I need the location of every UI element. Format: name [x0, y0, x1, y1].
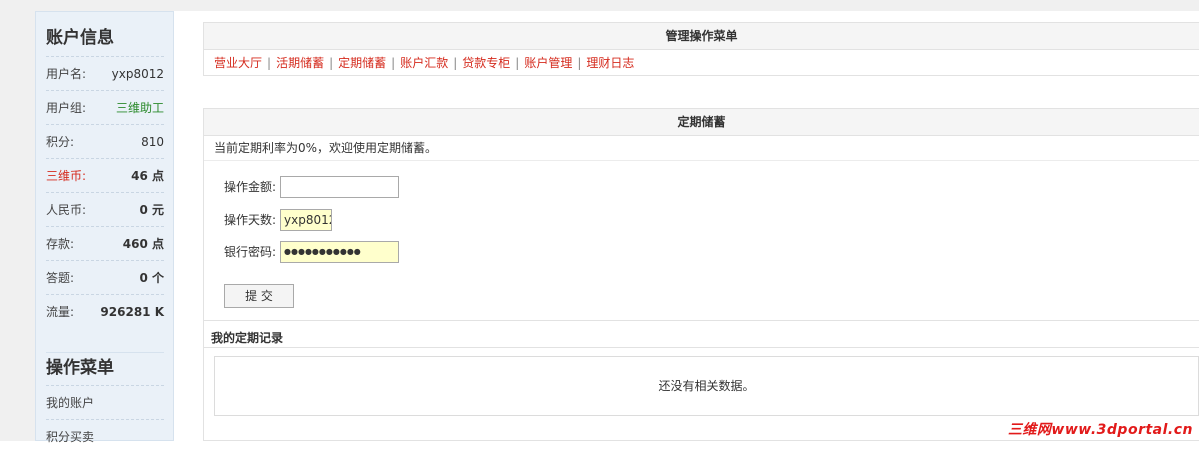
top-strip: [0, 0, 1199, 11]
coins-value: 46 点: [131, 169, 164, 183]
days-label: 操作天数:: [224, 213, 277, 227]
manage-menu-links: 营业大厅 | 活期储蓄 | 定期储蓄 | 账户汇款 | 贷款专柜 | 账户管理 | 理财日志: [204, 50, 1199, 76]
points-value: 810: [141, 135, 164, 149]
amount-row: 操作金额:: [224, 175, 399, 199]
sidebar-row-coins: 三维币: 46 点: [46, 158, 164, 193]
deposit-label: 存款:: [46, 237, 75, 251]
account-info-heading: 账户信息: [46, 28, 114, 48]
sidebar-row-rmb: 人民币: 0 元: [46, 192, 164, 227]
menu-link-fixed-savings[interactable]: 定期储蓄: [338, 56, 386, 70]
records-empty-message: 还没有相关数据。: [658, 379, 755, 393]
sidebar-item-my-account[interactable]: 我的账户: [46, 385, 164, 420]
menu-separator: |: [577, 56, 582, 70]
traffic-label: 流量:: [46, 305, 75, 319]
menu-link-current-savings[interactable]: 活期储蓄: [276, 56, 324, 70]
sidebar-row-deposit: 存款: 460 点: [46, 226, 164, 261]
rmb-label: 人民币:: [46, 203, 87, 217]
manage-menu-panel: 管理操作菜单 营业大厅 | 活期储蓄 | 定期储蓄 | 账户汇款 | 贷款专柜 | 账户管理 | 理财日…: [203, 22, 1199, 76]
left-gutter: [0, 11, 35, 441]
records-title-divider: [203, 347, 1199, 348]
amount-label: 操作金额:: [224, 180, 277, 194]
sidebar-item-points-trade[interactable]: 积分买卖: [46, 419, 164, 454]
menu-separator: |: [391, 56, 396, 70]
usergroup-value[interactable]: 三维助工: [116, 91, 164, 125]
days-input[interactable]: yxp8012: [280, 209, 332, 231]
menu-link-account-management[interactable]: 账户管理: [524, 56, 572, 70]
sidebar-row-username: 用户名: yxp8012: [46, 56, 164, 91]
password-input[interactable]: ●●●●●●●●●●●: [280, 241, 399, 263]
interest-info: 当前定期利率为0%，欢迎使用定期储蓄。: [204, 136, 1199, 161]
answers-label: 答题:: [46, 271, 75, 285]
site-watermark: 三维网www.3dportal.cn: [1007, 422, 1193, 438]
menu-separator: |: [329, 56, 334, 70]
sidebar-row-points: 积分: 810: [46, 124, 164, 159]
points-label: 积分:: [46, 135, 75, 149]
menu-link-finance-log[interactable]: 理财日志: [586, 56, 634, 70]
usergroup-label: 用户组:: [46, 101, 87, 115]
menu-separator: |: [515, 56, 520, 70]
deposit-value: 460 点: [122, 237, 164, 251]
menu-link-loans[interactable]: 贷款专柜: [462, 56, 510, 70]
password-label: 银行密码:: [224, 245, 277, 259]
menu-separator: |: [267, 56, 272, 70]
username-value: yxp8012: [111, 67, 164, 81]
sidebar-row-traffic: 流量: 926281 K: [46, 294, 164, 329]
manage-menu-title: 管理操作菜单: [204, 23, 1199, 50]
sidebar-row-answers: 答题: 0 个: [46, 260, 164, 295]
menu-link-remittance[interactable]: 账户汇款: [400, 56, 448, 70]
menu-separator: |: [453, 56, 458, 70]
username-label: 用户名:: [46, 67, 87, 81]
days-row: 操作天数: yxp8012: [224, 208, 332, 232]
rmb-value: 0 元: [139, 203, 164, 217]
records-title: 我的定期记录: [211, 331, 284, 345]
answers-value: 0 个: [139, 271, 164, 285]
records-divider: [203, 320, 1199, 321]
traffic-value: 926281 K: [100, 305, 164, 319]
coins-label: 三维币:: [46, 169, 87, 183]
amount-input[interactable]: [280, 176, 399, 198]
account-sidebar: 账户信息 用户名: yxp8012 用户组: 三维助工 积分: 810 三维币:…: [35, 11, 174, 444]
password-row: 银行密码: ●●●●●●●●●●●: [224, 240, 399, 264]
sidebar-row-usergroup: 用户组: 三维助工: [46, 90, 164, 125]
fixed-deposit-title: 定期储蓄: [204, 109, 1199, 136]
submit-button[interactable]: 提 交: [224, 284, 294, 308]
operation-menu-heading: 操作菜单: [46, 352, 164, 378]
records-empty-box: 还没有相关数据。: [214, 356, 1199, 416]
menu-link-hall[interactable]: 营业大厅: [214, 56, 262, 70]
